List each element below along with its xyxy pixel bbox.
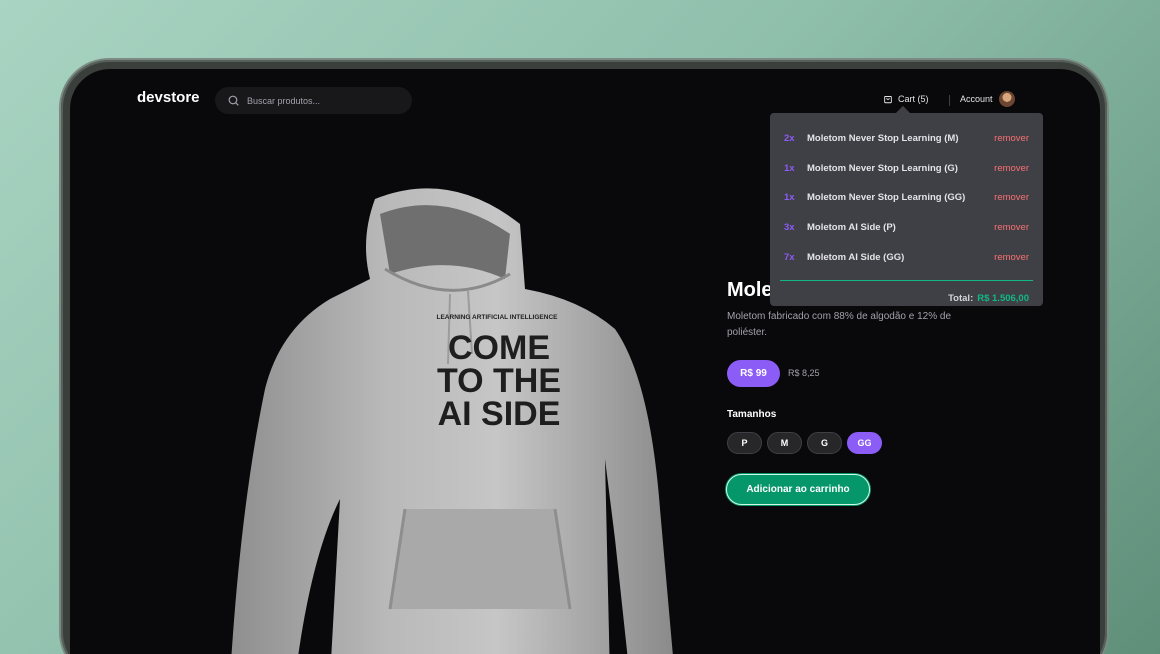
cart-item: 2x Moletom Never Stop Learning (M) remov… [784,124,1029,154]
size-option-gg[interactable]: GG [847,432,882,454]
cart-item-qty: 1x [784,192,795,204]
store-logo[interactable]: devstore [137,89,200,106]
product-description: Moletom fabricado com 88% de algodão e 1… [727,311,952,338]
search-icon [228,95,239,106]
size-option-p[interactable]: P [727,432,762,454]
remove-item-button[interactable]: remover [994,133,1029,144]
price-badge: R$ 99 [727,360,780,387]
installment-price: R$ 8,25 [788,368,820,378]
cart-total-label: Total: [948,292,974,304]
remove-item-button[interactable]: remover [994,192,1029,203]
cart-item-name: Moletom Never Stop Learning (GG) [807,192,966,204]
cart-item-qty: 2x [784,133,795,145]
add-to-cart-button[interactable]: Adicionar ao carrinho [726,474,870,505]
size-option-g[interactable]: G [807,432,842,454]
search-bar[interactable] [215,87,412,114]
product-image: LEARNING ARTIFICIAL INTELLIGENCE COME TO… [231,188,673,654]
cart-item: 1x Moletom Never Stop Learning (G) remov… [784,154,1029,184]
size-option-m[interactable]: M [767,432,802,454]
cart-item: 7x Moletom AI Side (GG) remover [784,242,1029,272]
cart-item: 3x Moletom AI Side (P) remover [784,213,1029,243]
cart-button[interactable]: Cart (5) [883,94,929,104]
sizes-label: Tamanhos [727,409,777,420]
cart-item-name: Moletom AI Side (P) [807,222,896,234]
size-selector: P M G GG [727,432,882,454]
cart-total: Total: R$ 1.506,00 [784,293,1029,304]
header-divider [949,95,950,106]
print-top-line: LEARNING ARTIFICIAL INTELLIGENCE [437,314,559,321]
avatar [998,91,1015,107]
cart-total-value: R$ 1.506,00 [977,292,1029,304]
cart-item: 1x Moletom Never Stop Learning (GG) remo… [784,183,1029,213]
remove-item-button[interactable]: remover [994,163,1029,174]
remove-item-button[interactable]: remover [994,252,1029,263]
cart-item-qty: 1x [784,162,795,174]
remove-item-button[interactable]: remover [994,222,1029,233]
cart-item-qty: 3x [784,222,795,234]
cart-dropdown: 2x Moletom Never Stop Learning (M) remov… [770,113,1043,306]
cart-label: Cart (5) [898,94,929,104]
cart-item-qty: 7x [784,251,795,263]
account-button[interactable]: Account [960,91,1015,107]
cart-item-name: Moletom AI Side (GG) [807,251,905,263]
cart-divider [780,279,1033,281]
account-label: Account [960,94,993,104]
search-input[interactable] [247,95,397,106]
app-screen: devstore Cart (5) Account LEARNING ARTIF… [70,69,1100,654]
cart-item-name: Moletom Never Stop Learning (G) [807,162,958,174]
shopping-bag-icon [884,96,892,104]
cart-item-name: Moletom Never Stop Learning (M) [807,133,959,145]
print-line-3: AI SIDE [438,395,561,433]
